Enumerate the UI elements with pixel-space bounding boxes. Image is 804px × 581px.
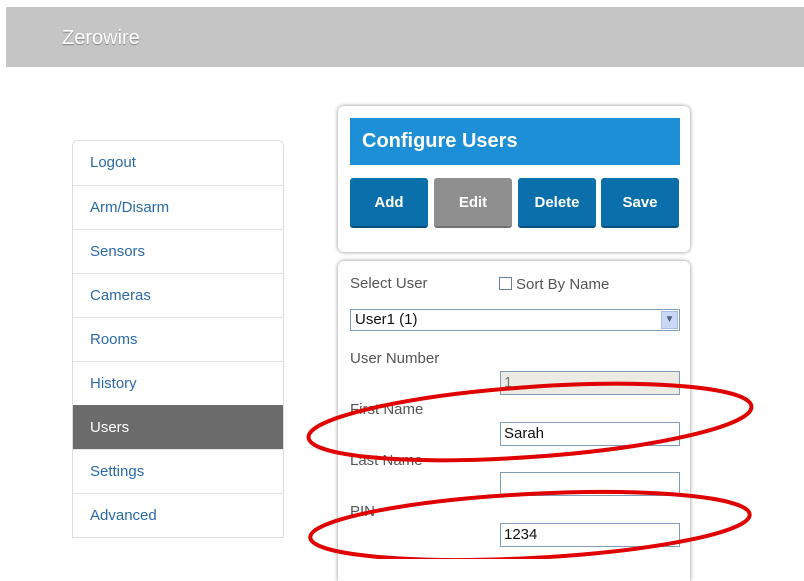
sidebar-item-rooms[interactable]: Rooms: [73, 317, 283, 361]
sidebar-item-users[interactable]: Users: [73, 405, 283, 449]
sidebar-item-sensors[interactable]: Sensors: [73, 229, 283, 273]
select-user-label: Select User: [350, 275, 428, 292]
edit-button[interactable]: Edit: [434, 178, 512, 228]
sidebar-item-history[interactable]: History: [73, 361, 283, 405]
user-form-panel: Select User Sort By Name User1 (1) ▼ Use…: [338, 261, 690, 581]
add-button[interactable]: Add: [350, 178, 428, 228]
app-title: Zerowire: [62, 27, 140, 49]
pin-label: PIN: [350, 503, 376, 520]
first-name-field[interactable]: Sarah: [500, 422, 680, 446]
pin-field[interactable]: 1234: [500, 523, 680, 547]
user-number-label: User Number: [350, 350, 440, 367]
select-user-dropdown[interactable]: User1 (1) ▼: [350, 309, 680, 331]
sidebar-item-advanced[interactable]: Advanced: [73, 493, 283, 537]
last-name-label: Last Name: [350, 452, 423, 469]
page-title: Configure Users: [350, 118, 680, 165]
last-name-field[interactable]: [500, 472, 680, 496]
first-name-label: First Name: [350, 401, 424, 418]
top-bar: Zerowire: [6, 7, 804, 67]
sidebar-item-cameras[interactable]: Cameras: [73, 273, 283, 317]
sidebar-nav: Logout Arm/Disarm Sensors Cameras Rooms …: [72, 140, 284, 538]
user-number-field: 1: [500, 371, 680, 395]
chevron-down-icon[interactable]: ▼: [661, 311, 678, 329]
configure-users-header-panel: Configure Users Add Edit Delete Save: [338, 106, 690, 252]
select-user-value: User1 (1): [355, 311, 418, 328]
sidebar-item-settings[interactable]: Settings: [73, 449, 283, 493]
sort-by-name-checkbox[interactable]: [499, 277, 512, 290]
delete-button[interactable]: Delete: [518, 178, 596, 228]
save-button[interactable]: Save: [601, 178, 679, 228]
sort-by-name-label: Sort By Name: [516, 276, 610, 293]
sidebar-item-logout[interactable]: Logout: [73, 141, 283, 185]
sidebar-item-arm-disarm[interactable]: Arm/Disarm: [73, 185, 283, 229]
